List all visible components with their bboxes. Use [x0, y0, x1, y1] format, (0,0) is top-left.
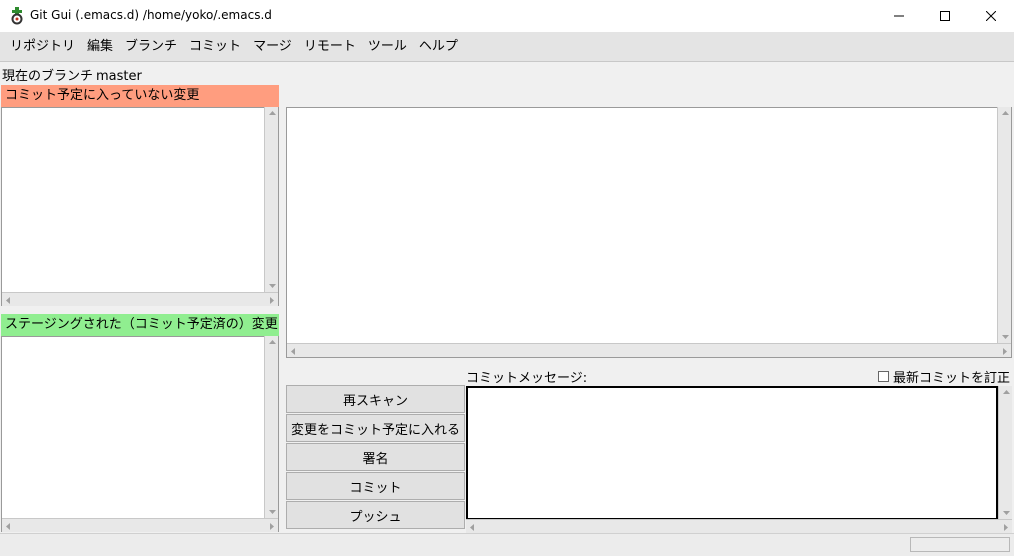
sign-off-button[interactable]: 署名 [286, 443, 465, 471]
maximize-icon [940, 11, 950, 21]
menu-bar: リポジトリ 編集 ブランチ コミット マージ リモート ツール ヘルプ [0, 32, 1014, 62]
branch-prefix: 現在のブランチ [2, 69, 94, 84]
current-branch: 現在のブランチ master [2, 65, 145, 84]
scroll-up-icon[interactable] [266, 107, 278, 119]
commit-message-vertical-scrollbar[interactable] [998, 386, 1012, 519]
menu-commit[interactable]: コミット [183, 32, 247, 62]
unstaged-file-list[interactable] [1, 107, 279, 306]
scroll-right-icon[interactable] [999, 345, 1011, 357]
scroll-right-icon[interactable] [266, 294, 278, 306]
minimize-button[interactable] [876, 0, 922, 32]
staged-horizontal-scrollbar[interactable] [2, 518, 278, 532]
diff-view[interactable] [286, 107, 1012, 358]
scroll-up-icon[interactable] [999, 107, 1011, 119]
menu-branch[interactable]: ブランチ [119, 32, 183, 62]
staged-header: ステージングされた（コミット予定済の）変更 [1, 314, 279, 336]
scroll-right-icon[interactable] [266, 520, 278, 532]
scroll-left-icon[interactable] [466, 521, 478, 533]
checkbox-icon[interactable] [878, 371, 889, 382]
diff-vertical-scrollbar[interactable] [997, 107, 1011, 343]
commit-message-horizontal-scrollbar[interactable] [466, 519, 1012, 533]
staged-file-list[interactable] [1, 336, 279, 532]
scroll-down-icon[interactable] [999, 331, 1011, 343]
menu-help[interactable]: ヘルプ [413, 32, 464, 62]
scroll-right-icon[interactable] [1000, 521, 1012, 533]
scroll-left-icon[interactable] [2, 520, 14, 532]
commit-message-input[interactable] [466, 386, 998, 520]
unstaged-header: コミット予定に入っていない変更 [1, 85, 279, 107]
menu-tools[interactable]: ツール [362, 32, 413, 62]
commit-button[interactable]: コミット [286, 472, 465, 500]
minimize-icon [894, 15, 904, 17]
scroll-left-icon[interactable] [287, 345, 299, 357]
menu-remote[interactable]: リモート [298, 32, 362, 62]
maximize-button[interactable] [922, 0, 968, 32]
status-progress-field [910, 537, 1010, 552]
menu-edit[interactable]: 編集 [81, 32, 119, 62]
unstaged-horizontal-scrollbar[interactable] [2, 292, 278, 306]
stage-changes-button[interactable]: 変更をコミット予定に入れる [286, 414, 465, 442]
staged-vertical-scrollbar[interactable] [264, 336, 278, 518]
push-button[interactable]: プッシュ [286, 501, 465, 529]
close-button[interactable] [968, 0, 1014, 32]
close-icon [986, 11, 996, 21]
amend-checkbox[interactable]: 最新コミットを訂正 [878, 367, 1010, 386]
menu-merge[interactable]: マージ [247, 32, 298, 62]
scroll-down-icon[interactable] [266, 280, 278, 292]
scroll-down-icon[interactable] [266, 506, 278, 518]
menu-repository[interactable]: リポジトリ [4, 32, 81, 62]
scroll-down-icon[interactable] [1000, 507, 1012, 519]
scroll-left-icon[interactable] [2, 294, 14, 306]
unstaged-vertical-scrollbar[interactable] [264, 107, 278, 292]
amend-label: 最新コミットを訂正 [893, 371, 1011, 386]
commit-message-label: コミットメッセージ: [466, 371, 588, 386]
diff-horizontal-scrollbar[interactable] [287, 343, 1011, 357]
scroll-up-icon[interactable] [266, 336, 278, 348]
git-gui-icon [9, 7, 25, 25]
branch-name: master [96, 69, 142, 84]
scroll-up-icon[interactable] [1000, 386, 1012, 398]
window-title: Git Gui (.emacs.d) /home/yoko/.emacs.d [30, 8, 272, 22]
status-bar [0, 533, 1014, 556]
rescan-button[interactable]: 再スキャン [286, 385, 465, 413]
